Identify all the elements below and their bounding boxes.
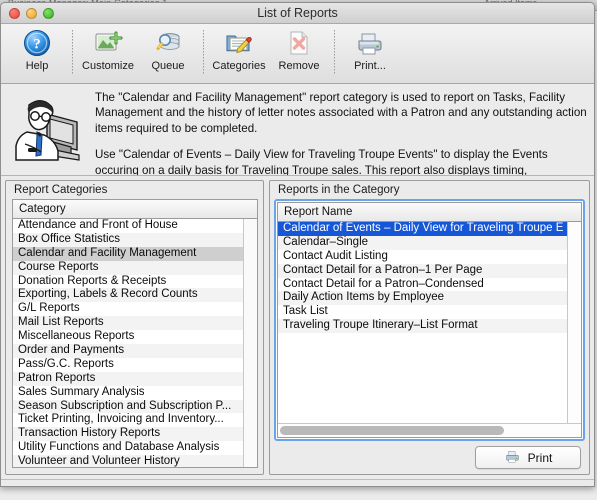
reports-horizontal-scroll-thumb[interactable] <box>280 426 505 435</box>
toolbar: ? Help Customize Queue Categories Remove… <box>1 24 594 84</box>
toolbar-label-customize: Customize <box>82 60 134 72</box>
toolbar-separator-3 <box>334 30 335 74</box>
reports-focus-ring: Report Name Calendar of Events – Daily V… <box>274 199 585 441</box>
list-item[interactable]: Calendar of Events – Daily View for Trav… <box>278 222 567 236</box>
print-icon <box>355 28 385 58</box>
list-item[interactable]: Mail List Reports <box>13 316 243 331</box>
list-item[interactable]: Patron Reports <box>13 371 243 386</box>
list-item[interactable]: Transaction History Reports <box>13 427 243 442</box>
list-item[interactable]: Daily Action Items by Employee <box>278 291 567 306</box>
list-item[interactable]: Contact Detail for a Patron–Condensed <box>278 277 567 292</box>
description-paragraph-2: Use "Calendar of Events – Daily View for… <box>95 148 548 175</box>
categories-list[interactable]: Attendance and Front of House Box Office … <box>13 219 243 467</box>
printer-icon <box>504 449 521 467</box>
window-title: List of Reports <box>257 6 338 20</box>
reports-vertical-scrollbar[interactable] <box>567 222 581 423</box>
list-item[interactable]: Box Office Statistics <box>13 232 243 247</box>
pane-footer: Print <box>270 446 589 474</box>
description-text: The "Calendar and Facility Management" r… <box>89 88 588 175</box>
categories-list-box: Category Attendance and Front of House Bo… <box>12 199 258 468</box>
toolbar-label-categories: Categories <box>212 60 266 72</box>
description-paragraph-1: The "Calendar and Facility Management" r… <box>95 91 587 135</box>
reports-horizontal-scrollbar[interactable] <box>278 423 581 437</box>
categories-icon <box>224 28 254 58</box>
toolbar-button-help[interactable]: ? Help <box>7 28 67 72</box>
list-item[interactable]: Calendar–Single <box>278 235 567 250</box>
list-item[interactable]: Course Reports <box>13 260 243 275</box>
report-categories-title: Report Categories <box>14 184 108 196</box>
list-item[interactable]: Contact Audit Listing <box>278 249 567 264</box>
toolbar-label-remove: Remove <box>278 60 320 72</box>
reports-pane-title: Reports in the Category <box>278 184 400 196</box>
report-categories-pane: Report Categories Category Attendance an… <box>5 180 264 475</box>
list-of-reports-window: List of Reports ? Help Customize Queue C… <box>0 2 595 487</box>
category-description: The "Calendar and Facility Management" r… <box>1 84 594 176</box>
toolbar-button-categories[interactable]: Categories <box>209 28 269 72</box>
desktop-background: Business Manager: Main Categories 1 Arri… <box>0 0 597 500</box>
print-button-label: Print <box>527 450 553 465</box>
list-item[interactable]: Volunteer and Volunteer History <box>13 455 243 467</box>
zoom-button[interactable] <box>43 8 54 19</box>
list-item[interactable]: Task List <box>278 305 567 320</box>
window-controls <box>9 8 54 19</box>
list-item[interactable]: Attendance and Front of House <box>13 219 243 233</box>
print-button[interactable]: Print <box>475 446 581 469</box>
list-item[interactable]: Exporting, Labels & Record Counts <box>13 288 243 303</box>
categories-list-area: Attendance and Front of House Box Office … <box>13 219 257 467</box>
reports-pane: Reports in the Category Report Name Cale… <box>269 180 590 475</box>
list-item[interactable]: Season Subscription and Subscription P..… <box>13 399 243 414</box>
window-bottom-edge <box>1 479 594 486</box>
categories-column-header: Category <box>13 200 257 219</box>
customize-icon <box>93 28 123 58</box>
queue-icon <box>154 28 182 58</box>
svg-text:?: ? <box>33 37 41 53</box>
reports-list-area: Calendar of Events – Daily View for Trav… <box>278 222 581 423</box>
reports-list-box: Report Name Calendar of Events – Daily V… <box>277 202 582 438</box>
toolbar-button-customize[interactable]: Customize <box>78 28 138 72</box>
panes-container: Report Categories Category Attendance an… <box>1 176 594 479</box>
list-item[interactable]: G/L Reports <box>13 302 243 317</box>
toolbar-button-print[interactable]: Print... <box>340 28 400 72</box>
toolbar-label-help: Help <box>25 60 49 72</box>
reports-list[interactable]: Calendar of Events – Daily View for Trav… <box>278 222 567 423</box>
minimize-button[interactable] <box>26 8 37 19</box>
help-icon: ? <box>23 28 51 58</box>
toolbar-button-remove[interactable]: Remove <box>269 28 329 72</box>
list-item[interactable]: Order and Payments <box>13 344 243 358</box>
list-item[interactable]: Traveling Troupe Itinerary–List Format <box>278 319 567 334</box>
toolbar-separator-1 <box>72 30 73 74</box>
list-item[interactable]: Donation Reports & Receipts <box>13 274 243 289</box>
reports-column-header: Report Name <box>278 203 581 222</box>
window-titlebar[interactable]: List of Reports <box>1 3 594 24</box>
categories-vertical-scrollbar[interactable] <box>243 219 257 467</box>
close-button[interactable] <box>9 8 20 19</box>
toolbar-separator-2 <box>203 30 204 74</box>
list-item[interactable]: Sales Summary Analysis <box>13 385 243 400</box>
list-item[interactable]: Contact Detail for a Patron–1 Per Page <box>278 263 567 278</box>
person-at-computer-icon <box>11 88 89 175</box>
list-item[interactable]: Utility Functions and Database Analysis <box>13 441 243 456</box>
toolbar-label-queue: Queue <box>151 60 185 72</box>
toolbar-label-print: Print... <box>354 60 386 72</box>
list-item[interactable]: Ticket Printing, Invoicing and Inventory… <box>13 413 243 428</box>
list-item[interactable]: Pass/G.C. Reports <box>13 357 243 372</box>
remove-icon <box>286 28 312 58</box>
list-item[interactable]: Calendar and Facility Management <box>13 246 243 261</box>
toolbar-button-queue[interactable]: Queue <box>138 28 198 72</box>
list-item[interactable]: Miscellaneous Reports <box>13 330 243 345</box>
